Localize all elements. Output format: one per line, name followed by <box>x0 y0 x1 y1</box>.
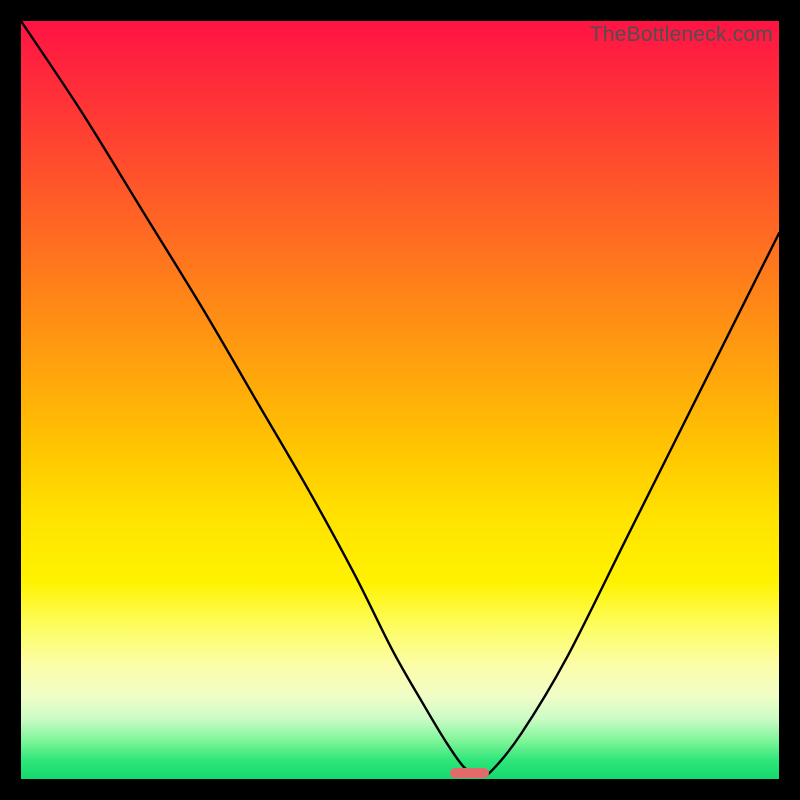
chart-plot-area: TheBottleneck.com <box>21 21 779 779</box>
bottleneck-curve <box>21 21 779 779</box>
watermark-text: TheBottleneck.com <box>590 23 773 47</box>
curve-path <box>21 21 779 776</box>
minimum-marker <box>450 768 489 779</box>
chart-frame: TheBottleneck.com <box>0 0 800 800</box>
